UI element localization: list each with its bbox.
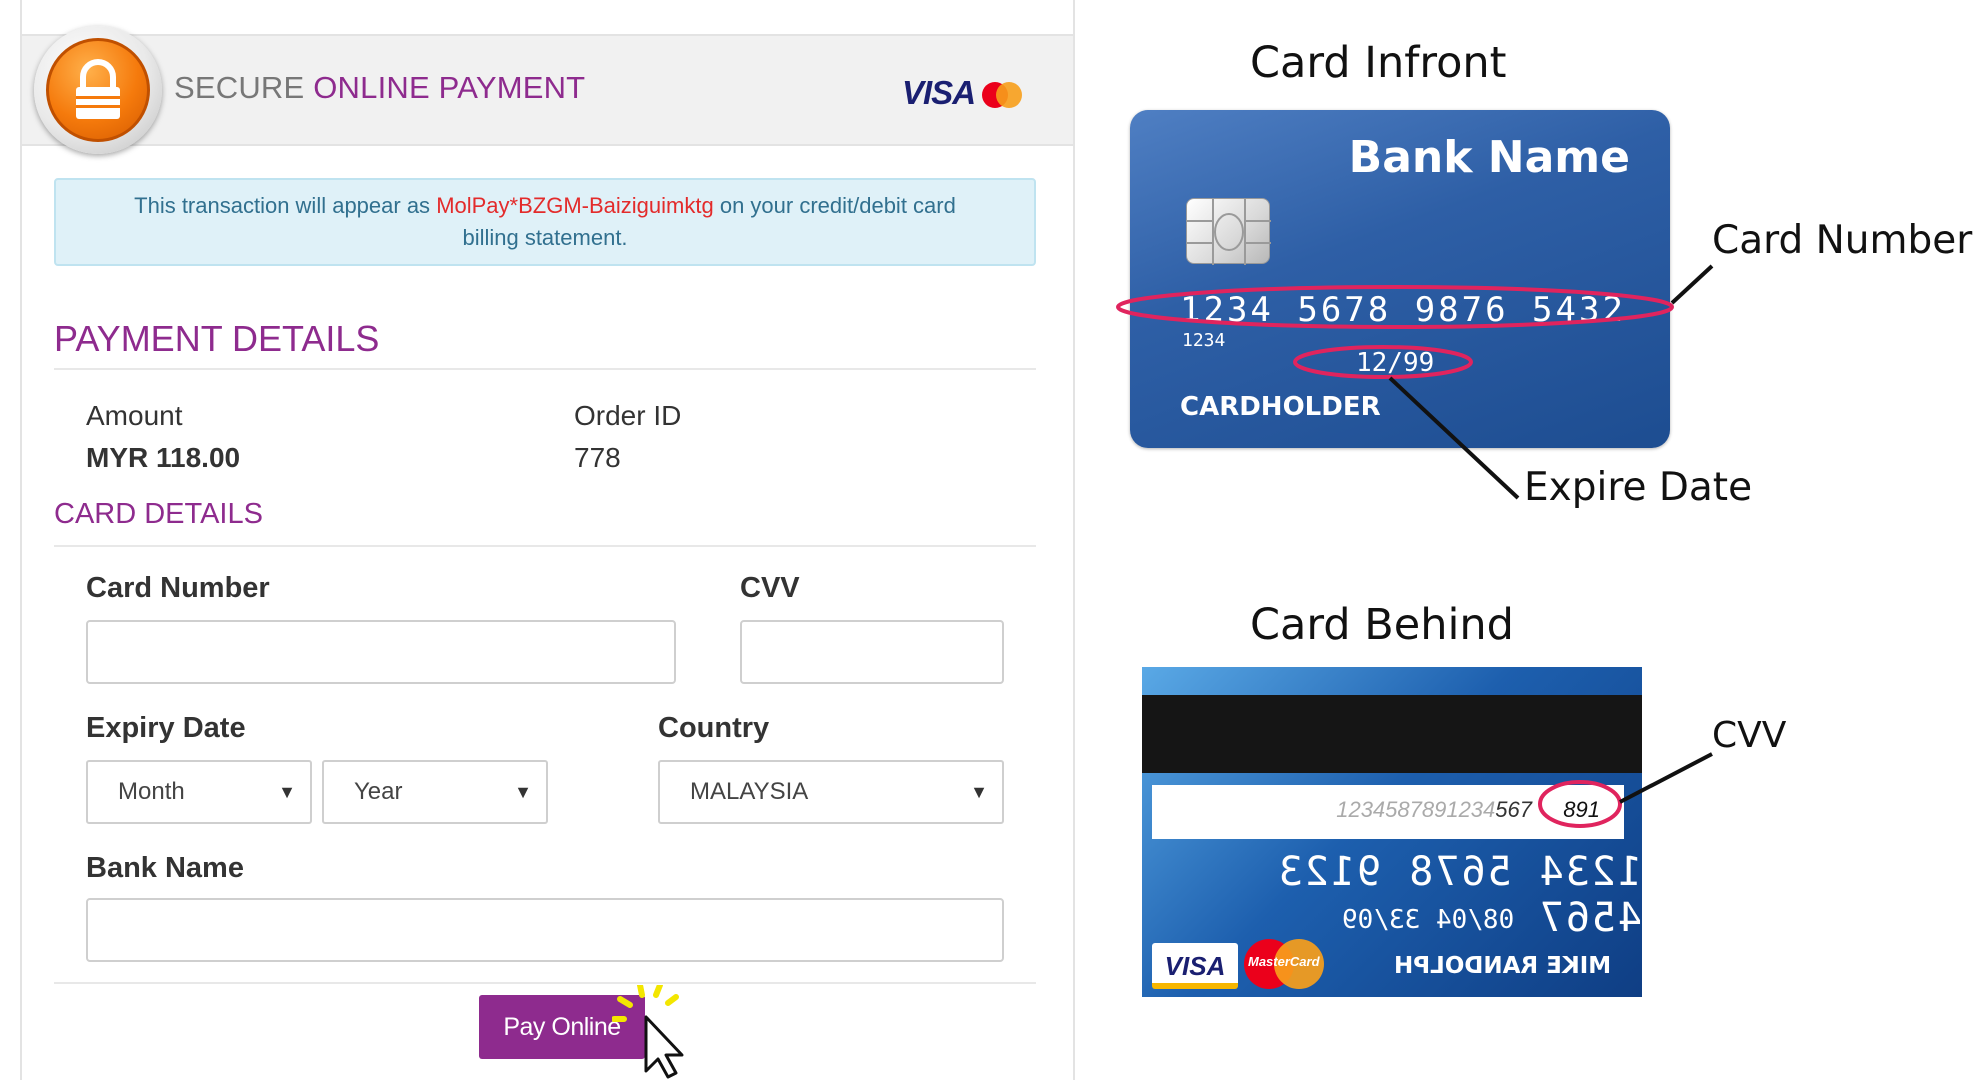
cvv-input[interactable] [740,620,1004,684]
card-details-title: CARD DETAILS [54,498,263,530]
expiry-month-value: Month [118,778,185,805]
card-front-caption: Card Infront [1250,38,1507,88]
card-behind-caption: Card Behind [1250,600,1514,650]
magnetic-stripe [1142,695,1642,773]
country-value: MALAYSIA [690,778,809,805]
expiry-month-select[interactable]: Month ▼ [86,760,312,824]
cvv-caption: CVV [1712,715,1787,756]
order-id-value: 778 [574,442,621,473]
transaction-notice: This transaction will appear as MolPay*B… [54,178,1036,266]
header-title: SECURE ONLINE PAYMENT [174,70,585,106]
panel-header: SECURE ONLINE PAYMENT VISA [22,36,1073,146]
card-front-holder: CARDHOLDER [1180,392,1381,422]
card-front-illustration: Bank Name 1234 5678 9876 5432 1234 12/99… [1130,110,1670,448]
divider [54,368,1036,370]
chevron-down-icon: ▼ [278,782,296,802]
card-back-dates: 08/04 33/09 [1342,905,1515,935]
notice-prefix: This transaction will appear as [134,193,431,218]
card-front-expiry: 12/99 [1356,348,1435,378]
click-cursor-icon [612,985,684,1079]
card-number-pointer [1670,264,1714,305]
expiry-year-select[interactable]: Year ▼ [322,760,548,824]
notice-merchant: MolPay*BZGM-Baiziguimktg [436,193,714,218]
mastercard-logo: MasterCard [1244,939,1324,989]
cvv-label: CVV [740,572,800,604]
payment-details-title: PAYMENT DETAILS [54,318,380,359]
card-back-illustration: 1234587891234567 891 1234 5678 9123 4567… [1142,667,1642,997]
chevron-down-icon: ▼ [514,782,532,802]
expire-date-caption: Expire Date [1524,465,1753,510]
divider [54,982,1036,984]
card-number-label: Card Number [86,572,270,604]
header-title-secure: SECURE [174,70,305,105]
card-number-input[interactable] [86,620,676,684]
header-title-online-payment: ONLINE PAYMENT [313,70,586,105]
card-back-name: MIKE RANDOLPH [1394,953,1612,979]
notice-suffix: on your credit/debit card [719,193,956,218]
country-select[interactable]: MALAYSIA ▼ [658,760,1004,824]
card-back-cvv: 891 [1563,797,1600,822]
panel-top-strip [22,0,1073,36]
signature-strip: 1234587891234567 891 [1152,785,1624,839]
lock-icon [34,26,162,154]
amount-value: MYR 118.00 [86,442,241,473]
amount-label: Amount [86,400,183,431]
card-front-small-number: 1234 [1182,330,1226,351]
visa-logo: VISA [1152,943,1238,989]
chevron-down-icon: ▼ [970,782,988,802]
mastercard-logo [982,82,1022,108]
card-front-number: 1234 5678 9876 5432 [1180,290,1626,330]
bank-name-label: Bank Name [86,852,244,884]
visa-logo: VISA [902,74,976,111]
chip-icon [1186,198,1271,265]
notice-line2: billing statement. [462,225,628,250]
card-number-caption: Card Number [1712,218,1973,263]
payment-panel: SECURE ONLINE PAYMENT VISA This transact… [20,0,1075,1080]
card-bank-name: Bank Name [1348,132,1630,183]
expiry-date-label: Expiry Date [86,712,246,744]
signature-number: 1234587891234567 [1336,797,1532,822]
expiry-year-value: Year [354,778,403,805]
divider [54,545,1036,547]
order-id-label: Order ID [574,400,682,431]
country-label: Country [658,712,770,744]
bank-name-input[interactable] [86,898,1004,962]
